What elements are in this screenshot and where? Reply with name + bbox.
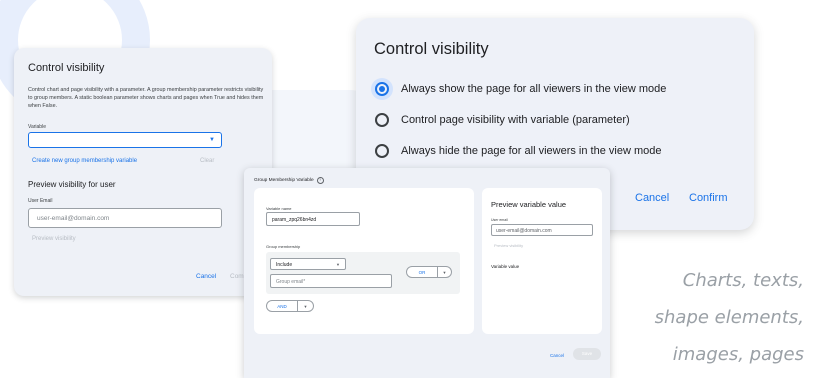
variable-name-input[interactable]: param_zpq26bn4zd bbox=[266, 212, 360, 226]
caption-line: shape elements, bbox=[654, 307, 804, 328]
user-email-input[interactable]: user-email@domain.com bbox=[491, 224, 593, 236]
variable-config-card: Variable name param_zpq26bn4zd Group mem… bbox=[254, 188, 474, 334]
and-button[interactable]: AND ▼ bbox=[266, 300, 314, 312]
caption-line: Charts, texts, bbox=[682, 270, 804, 291]
preview-visibility-link[interactable]: Preview visibility bbox=[32, 236, 76, 242]
dialog-description: Control chart and page visibility with a… bbox=[28, 87, 264, 109]
variable-label: Variable bbox=[28, 124, 46, 130]
caption-line: images, pages bbox=[672, 344, 804, 365]
radio-unchecked-icon[interactable] bbox=[375, 144, 389, 158]
preview-variable-card: Preview variable value User email user-e… bbox=[482, 188, 602, 334]
radio-option-always-hide[interactable]: Always hide the page for all viewers in … bbox=[375, 141, 661, 161]
radio-option-label: Always show the page for all viewers in … bbox=[401, 83, 667, 95]
clear-link[interactable]: Clear bbox=[200, 158, 214, 164]
group-membership-variable-dialog: Group Membership Variable ? Variable nam… bbox=[244, 168, 610, 378]
or-button[interactable]: OR ▼ bbox=[406, 266, 452, 278]
radio-unchecked-icon[interactable] bbox=[375, 113, 389, 127]
user-email-input[interactable]: user-email@domain.com bbox=[28, 208, 222, 228]
radio-checked-icon[interactable] bbox=[375, 82, 389, 96]
cancel-button[interactable]: Cancel bbox=[550, 353, 564, 358]
caret-down-icon[interactable]: ▼ bbox=[298, 304, 313, 309]
include-select[interactable]: Include ▼ bbox=[270, 258, 346, 270]
help-circle-icon[interactable]: ? bbox=[316, 177, 324, 184]
variable-select[interactable]: ▼ bbox=[28, 132, 222, 148]
confirm-button[interactable]: Confirm bbox=[689, 192, 728, 204]
dialog-title: Control visibility bbox=[28, 62, 105, 74]
group-email-input[interactable]: Group email* bbox=[270, 274, 392, 288]
preview-visibility-heading: Preview visibility for user bbox=[28, 180, 116, 189]
preview-visibility-link[interactable]: Preview visibility bbox=[494, 243, 523, 248]
radio-option-label: Control page visibility with variable (p… bbox=[401, 114, 630, 126]
control-visibility-dialog-left: Control visibility Control chart and pag… bbox=[14, 48, 272, 296]
create-group-membership-variable-link[interactable]: Create new group membership variable bbox=[32, 158, 137, 164]
confirm-button[interactable]: Com bbox=[230, 273, 244, 280]
radio-option-label: Always hide the page for all viewers in … bbox=[401, 145, 662, 157]
include-select-value: Include bbox=[276, 262, 293, 268]
user-email-label: User email bbox=[491, 218, 508, 222]
save-button[interactable]: Save bbox=[573, 348, 601, 360]
or-label: OR bbox=[418, 269, 426, 275]
and-label: AND bbox=[277, 303, 287, 309]
caret-down-icon[interactable]: ▼ bbox=[438, 270, 451, 275]
dialog-title: Group Membership Variable bbox=[254, 178, 314, 183]
radio-option-control-with-variable[interactable]: Control page visibility with variable (p… bbox=[375, 110, 630, 130]
caret-down-icon: ▼ bbox=[336, 262, 340, 267]
radio-option-always-show[interactable]: Always show the page for all viewers in … bbox=[375, 79, 666, 99]
variable-value-label: Variable value bbox=[491, 264, 520, 269]
user-email-label: User Email bbox=[28, 198, 53, 204]
group-membership-condition: Include ▼ Group email* OR ▼ bbox=[266, 252, 460, 294]
group-membership-label: Group membership bbox=[266, 244, 301, 249]
cancel-button[interactable]: Cancel bbox=[635, 192, 669, 204]
preview-variable-heading: Preview variable value bbox=[491, 200, 567, 209]
caret-down-icon: ▼ bbox=[209, 137, 215, 143]
dialog-title-row: Group Membership Variable ? bbox=[254, 177, 324, 184]
dialog-title: Control visibility bbox=[374, 40, 489, 58]
variable-name-label: Variable name bbox=[266, 206, 292, 211]
cancel-button[interactable]: Cancel bbox=[196, 273, 216, 280]
